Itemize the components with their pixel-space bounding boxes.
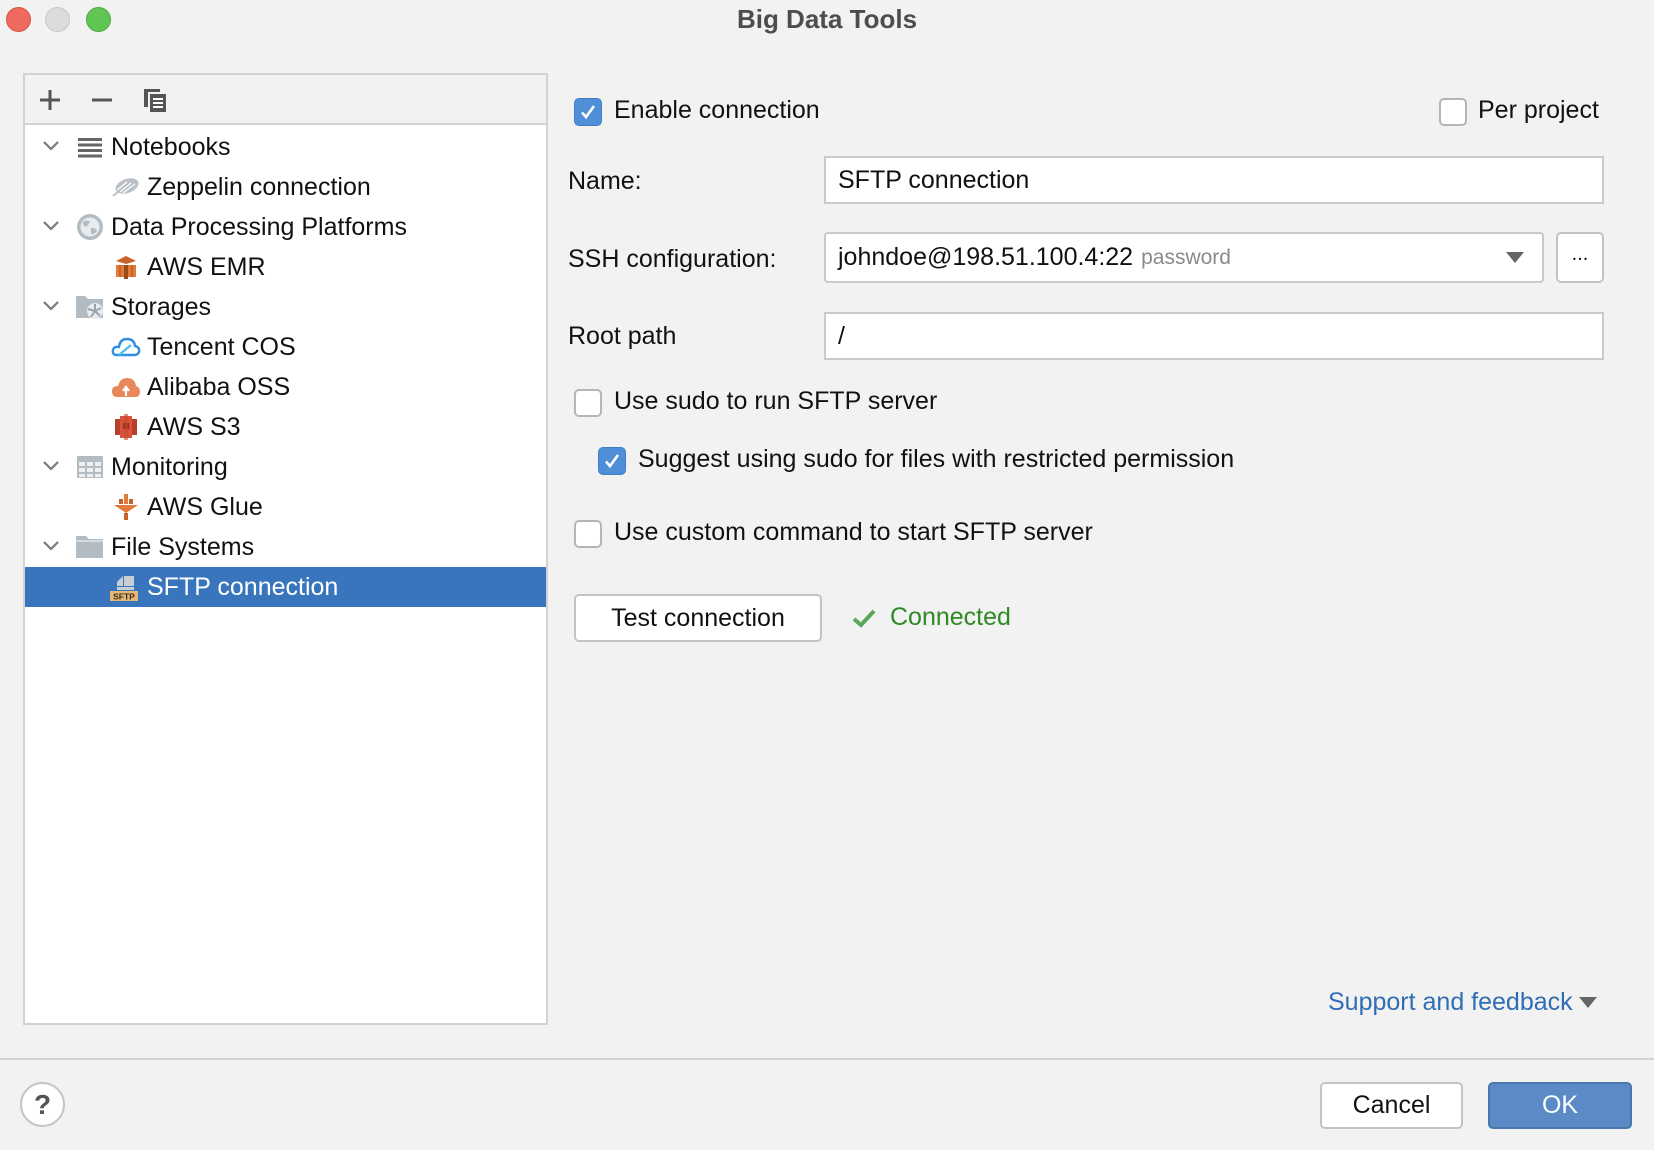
table-icon	[75, 452, 105, 482]
use-sudo-label: Use sudo to run SFTP server	[614, 387, 938, 415]
root-path-input[interactable]: /	[824, 312, 1604, 360]
plus-icon	[40, 90, 60, 110]
help-button[interactable]: ?	[20, 1082, 65, 1127]
tree-item-aws-glue[interactable]: AWS Glue	[25, 487, 546, 527]
enable-connection-label: Enable connection	[614, 96, 820, 124]
tree-group-data-processing-platforms[interactable]: Data Processing Platforms	[25, 207, 546, 247]
root-path-value: /	[838, 321, 845, 350]
enable-connection-checkbox[interactable]	[574, 98, 602, 126]
storage-folder-icon	[75, 292, 105, 322]
aws-s3-icon	[111, 412, 141, 442]
tree-item-label: Data Processing Platforms	[111, 212, 407, 241]
tree-item-label: File Systems	[111, 532, 255, 561]
use-sudo-checkbox[interactable]	[574, 389, 602, 417]
tree-group-file-systems[interactable]: File Systems	[25, 527, 546, 567]
minus-icon	[92, 98, 112, 102]
list-icon	[75, 132, 105, 162]
chevron-down-icon[interactable]	[38, 133, 64, 159]
tree-item-zeppelin-connection[interactable]: Zeppelin connection	[25, 167, 546, 207]
copy-connection-button[interactable]	[138, 83, 172, 117]
support-feedback-link[interactable]: Support and feedback	[1328, 988, 1597, 1017]
per-project-checkbox[interactable]	[1439, 98, 1467, 126]
footer-divider	[0, 1058, 1654, 1060]
tree-item-label: AWS EMR	[147, 252, 266, 281]
support-feedback-label: Support and feedback	[1328, 988, 1573, 1016]
chevron-down-icon[interactable]	[38, 293, 64, 319]
tree-item-label: Notebooks	[111, 132, 231, 161]
tree-group-notebooks[interactable]: Notebooks	[25, 127, 546, 167]
ok-button[interactable]: OK	[1488, 1082, 1632, 1129]
tree-item-label: AWS Glue	[147, 492, 263, 521]
tree-item-label: Storages	[111, 292, 212, 321]
test-connection-button[interactable]: Test connection	[574, 594, 822, 642]
tree-item-label: Alibaba OSS	[147, 372, 291, 401]
alibaba-cloud-icon	[111, 372, 141, 402]
copy-icon	[144, 89, 166, 112]
check-icon	[605, 454, 620, 469]
tree-item-sftp-connection[interactable]: SFTP SFTP connection	[25, 567, 546, 607]
check-icon	[852, 609, 876, 628]
zeppelin-icon	[111, 172, 141, 202]
tree-item-label: Tencent COS	[147, 332, 296, 361]
custom-command-label: Use custom command to start SFTP server	[614, 518, 1093, 546]
cancel-button[interactable]: Cancel	[1320, 1082, 1463, 1129]
aws-glue-icon	[111, 492, 141, 522]
svg-text:SFTP: SFTP	[113, 592, 135, 602]
per-project-label: Per project	[1478, 96, 1599, 124]
tree-group-monitoring[interactable]: Monitoring	[25, 447, 546, 487]
custom-command-checkbox[interactable]	[574, 520, 602, 548]
aws-emr-icon	[111, 252, 141, 282]
ssh-configuration-dropdown[interactable]: johndoe@198.51.100.4:22 password	[824, 232, 1544, 283]
chevron-down-icon[interactable]	[38, 213, 64, 239]
tencent-cloud-icon	[111, 332, 141, 362]
globe-icon	[75, 212, 105, 242]
tree-item-aws-s3[interactable]: AWS S3	[25, 407, 546, 447]
tree-item-label: Zeppelin connection	[147, 172, 371, 201]
chevron-down-icon	[1578, 996, 1597, 1008]
suggest-sudo-label: Suggest using sudo for files with restri…	[638, 445, 1235, 473]
root-path-label: Root path	[568, 322, 677, 350]
chevron-down-icon[interactable]	[38, 533, 64, 559]
suggest-sudo-checkbox[interactable]	[598, 447, 626, 475]
add-connection-button[interactable]	[33, 83, 67, 117]
check-icon	[581, 105, 596, 120]
tree-item-tencent-cos[interactable]: Tencent COS	[25, 327, 546, 367]
tree-item-aws-emr[interactable]: AWS EMR	[25, 247, 546, 287]
tree-item-label: AWS S3	[147, 412, 241, 441]
connections-toolbar	[25, 75, 546, 125]
chevron-down-icon	[1506, 252, 1524, 263]
name-label: Name:	[568, 167, 642, 195]
name-input[interactable]: SFTP connection	[824, 156, 1604, 204]
connection-status-text: Connected	[890, 603, 1011, 631]
chevron-down-icon[interactable]	[38, 453, 64, 479]
folder-icon	[75, 532, 105, 562]
tree-item-label: Monitoring	[111, 452, 228, 481]
tree-item-label: SFTP connection	[147, 572, 339, 601]
connections-panel: Notebooks Zeppelin connection Data Proce…	[23, 73, 548, 1025]
name-input-value: SFTP connection	[838, 165, 1030, 194]
remove-connection-button[interactable]	[85, 83, 119, 117]
ssh-configuration-label: SSH configuration:	[568, 245, 777, 273]
ssh-auth-hint: password	[1141, 245, 1231, 269]
tree-group-storages[interactable]: Storages	[25, 287, 546, 327]
ssh-configuration-value: johndoe@198.51.100.4:22	[838, 243, 1134, 271]
window-title: Big Data Tools	[736, 4, 918, 34]
connection-status: Connected	[852, 603, 1011, 632]
tree-item-alibaba-oss[interactable]: Alibaba OSS	[25, 367, 546, 407]
sftp-icon: SFTP	[109, 572, 139, 602]
ssh-configuration-browse-button[interactable]: ...	[1556, 232, 1604, 283]
